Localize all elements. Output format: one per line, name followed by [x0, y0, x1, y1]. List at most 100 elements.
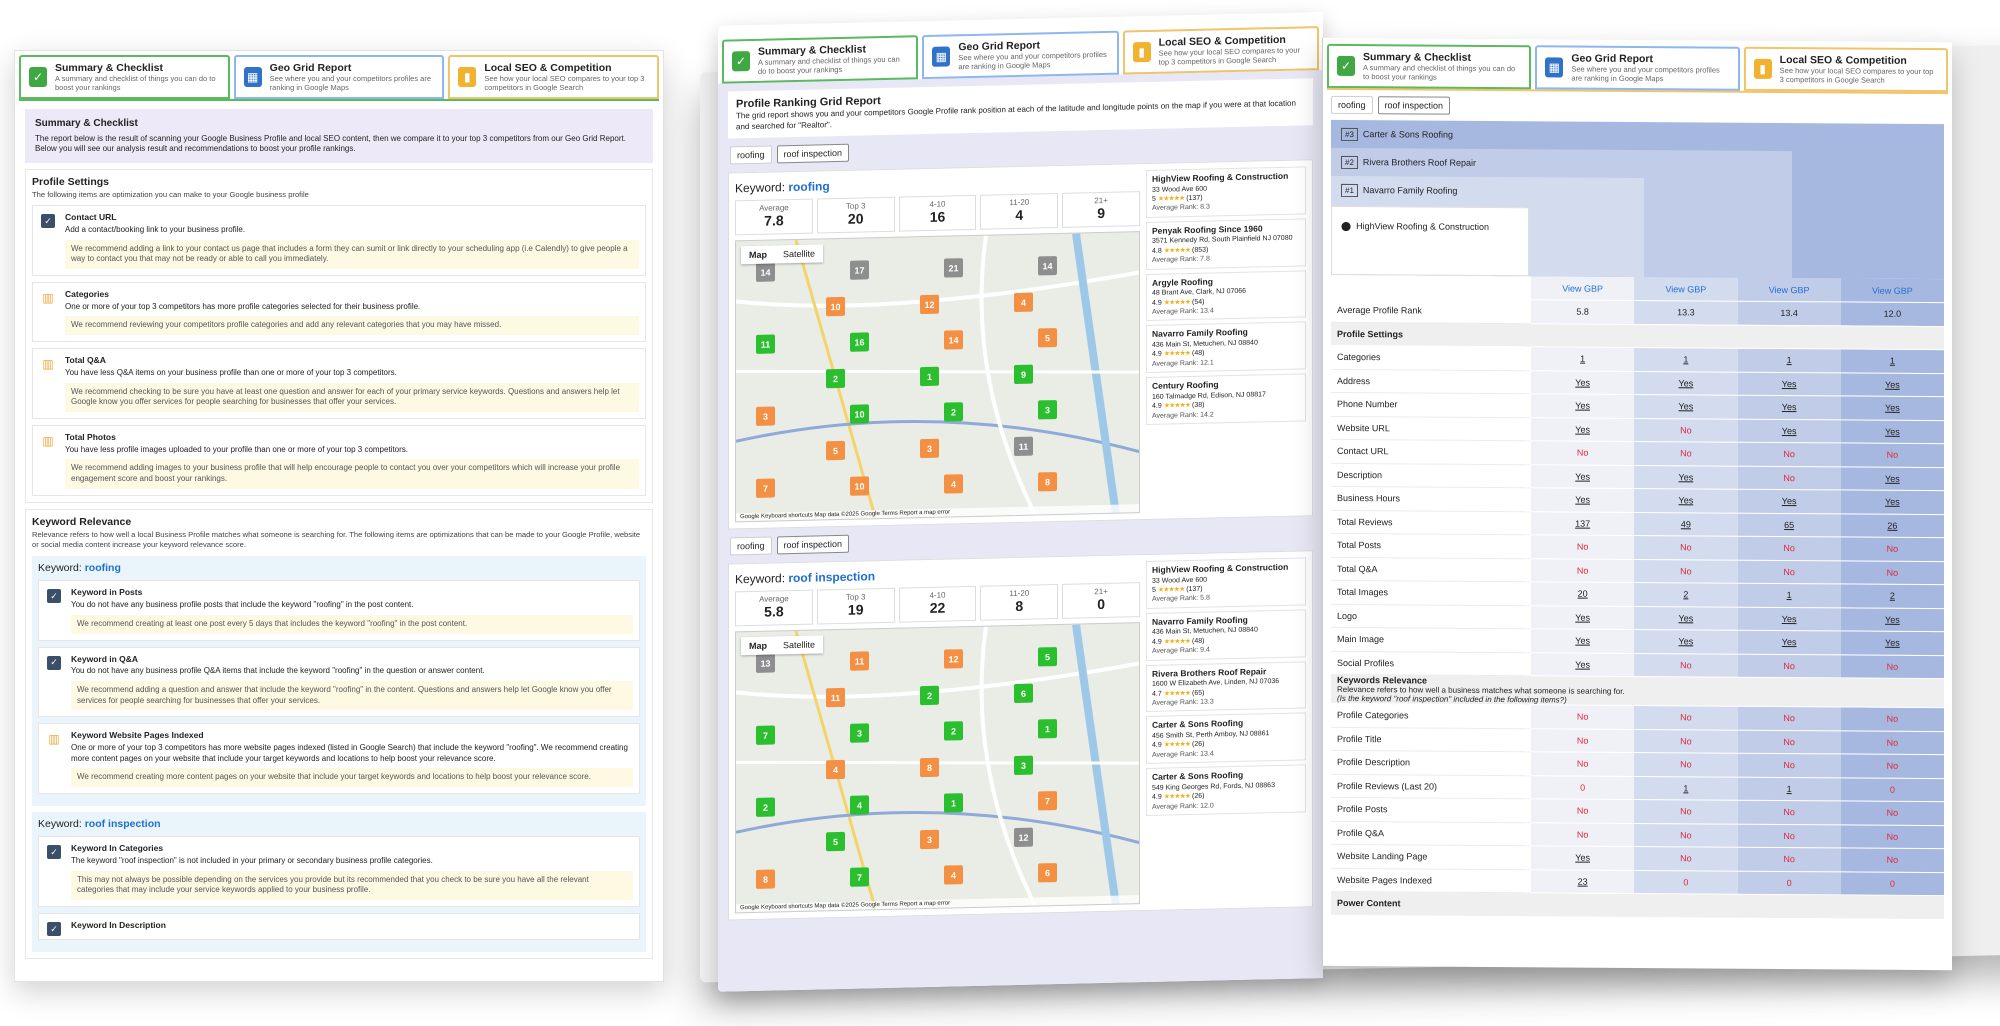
value-cell[interactable]: 0: [1634, 869, 1738, 895]
chip-roofing[interactable]: roofing: [1331, 95, 1373, 115]
rank-marker[interactable]: 2: [756, 797, 775, 817]
value-cell[interactable]: Yes: [1840, 630, 1944, 656]
value-cell[interactable]: Yes: [1737, 371, 1841, 396]
view-gbp-link[interactable]: View GBP: [1737, 277, 1841, 302]
value-cell[interactable]: Yes: [1840, 607, 1944, 632]
value-cell[interactable]: Yes: [1531, 628, 1635, 653]
rank-marker[interactable]: 1: [944, 793, 963, 813]
rank-marker[interactable]: 5: [826, 440, 845, 461]
rank-marker[interactable]: 12: [1014, 827, 1033, 848]
tab-local-seo[interactable]: ▮ Local SEO & Competition See how your loc…: [448, 55, 660, 99]
satellite-button[interactable]: Satellite: [775, 244, 823, 263]
geo-grid-map[interactable]: Map Satellite Google Keyboard shortcuts M…: [735, 231, 1140, 523]
tab-geo-grid[interactable]: ▦ Geo Grid Report See where you and your c…: [233, 55, 445, 99]
rank-marker[interactable]: 14: [944, 330, 963, 350]
competitor-card[interactable]: Navarro Family Roofing 436 Main St, Metuc…: [1146, 609, 1306, 661]
checkbox-icon[interactable]: ✓: [47, 655, 61, 670]
competitor-card[interactable]: HighView Roofing & Construction 33 Wood A…: [1146, 166, 1306, 218]
value-cell[interactable]: Yes: [1840, 419, 1944, 444]
tab-geo-grid[interactable]: ▦ Geo Grid Report See where you and your c…: [922, 30, 1119, 80]
value-cell[interactable]: 1: [1737, 776, 1841, 801]
value-cell[interactable]: Yes: [1531, 605, 1635, 630]
value-cell[interactable]: Yes: [1531, 417, 1635, 442]
value-cell[interactable]: 2: [1634, 582, 1738, 607]
value-cell[interactable]: Yes: [1737, 395, 1841, 420]
rank-marker[interactable]: 8: [756, 869, 775, 889]
rank-marker[interactable]: 3: [1014, 755, 1033, 776]
rank-marker[interactable]: 2: [826, 368, 845, 389]
value-cell[interactable]: 0: [1840, 871, 1944, 896]
value-cell[interactable]: 23: [1531, 869, 1635, 894]
satellite-button[interactable]: Satellite: [775, 635, 823, 654]
chip-roofing[interactable]: roofing: [730, 536, 772, 556]
rank-marker[interactable]: 4: [944, 865, 963, 885]
value-cell[interactable]: Yes: [1531, 487, 1635, 512]
rank-marker[interactable]: 3: [756, 406, 775, 426]
value-cell[interactable]: 20: [1531, 581, 1635, 606]
value-cell[interactable]: Yes: [1840, 466, 1944, 491]
value-cell[interactable]: 26: [1840, 513, 1944, 538]
rank-marker[interactable]: 5: [1038, 647, 1057, 667]
value-cell[interactable]: Yes: [1634, 488, 1738, 513]
rank-marker[interactable]: 3: [920, 829, 939, 850]
tab-local-seo[interactable]: ▮ Local SEO & Competition See how your loc…: [1122, 26, 1319, 75]
geo-grid-map[interactable]: Map Satellite Google Keyboard shortcuts M…: [735, 622, 1140, 914]
checkbox-icon[interactable]: ✓: [47, 845, 61, 860]
value-cell[interactable]: 137: [1531, 511, 1635, 536]
value-cell[interactable]: Yes: [1737, 489, 1841, 514]
value-cell[interactable]: 49: [1634, 511, 1738, 537]
rank-marker[interactable]: 4: [1014, 292, 1033, 313]
value-cell[interactable]: Yes: [1531, 393, 1635, 418]
view-gbp-link[interactable]: View GBP: [1840, 278, 1944, 303]
rank-marker[interactable]: 5: [1038, 328, 1057, 348]
value-cell[interactable]: 0: [1840, 777, 1944, 802]
rank-marker[interactable]: 5: [826, 831, 845, 852]
competitor-card[interactable]: Penyak Roofing Since 1960 3571 Kennedy Rd…: [1146, 218, 1306, 270]
rank-marker[interactable]: 4: [850, 795, 869, 815]
competitor-card[interactable]: Argyle Roofing 48 Brant Ave, Clark, NJ 07…: [1146, 270, 1306, 322]
value-cell[interactable]: Yes: [1531, 845, 1635, 870]
value-cell[interactable]: Yes: [1531, 464, 1635, 489]
competitor-card[interactable]: Century Roofing 160 Talmadge Rd, Edison, …: [1146, 373, 1306, 426]
chip-roof-inspection[interactable]: roof inspection: [776, 534, 850, 555]
competitor-card[interactable]: HighView Roofing & Construction 33 Wood A…: [1146, 557, 1306, 609]
tab-summary[interactable]: ✓ Summary & Checklist A summary and checkl…: [1327, 43, 1532, 90]
value-cell[interactable]: 2: [1840, 583, 1944, 609]
rank-marker[interactable]: 1: [920, 366, 939, 387]
rank-marker[interactable]: 2: [944, 402, 963, 422]
rank-marker[interactable]: 14: [756, 262, 775, 282]
value-cell[interactable]: Yes: [1737, 630, 1841, 655]
value-cell[interactable]: 0: [1737, 870, 1841, 895]
rank-marker[interactable]: 16: [850, 332, 869, 352]
rank-marker[interactable]: 3: [920, 438, 939, 459]
checkbox-icon[interactable]: ✓: [47, 589, 61, 604]
rank-marker[interactable]: 1: [1038, 719, 1057, 739]
value-cell[interactable]: Yes: [1840, 395, 1944, 421]
chip-roof-inspection[interactable]: roof inspection: [776, 143, 850, 164]
value-cell[interactable]: 1: [1634, 347, 1738, 372]
map-button[interactable]: Map: [741, 637, 775, 656]
value-cell[interactable]: Yes: [1531, 370, 1635, 395]
tab-summary[interactable]: ✓ Summary & Checklist A summary and checkl…: [722, 35, 919, 84]
rank-marker[interactable]: 21: [944, 258, 963, 278]
view-gbp-link[interactable]: View GBP: [1531, 276, 1635, 301]
value-cell[interactable]: Yes: [1634, 394, 1738, 419]
rank-marker[interactable]: 7: [1038, 791, 1057, 811]
competitor-card[interactable]: Carter & Sons Roofing 549 King Georges Rd…: [1146, 764, 1306, 817]
rank-marker[interactable]: 11: [826, 687, 845, 708]
value-cell[interactable]: Yes: [1840, 372, 1944, 397]
rank-marker[interactable]: 6: [1014, 683, 1033, 704]
chip-roofing[interactable]: roofing: [730, 145, 772, 165]
value-cell[interactable]: 1: [1531, 346, 1635, 371]
value-cell[interactable]: Yes: [1737, 418, 1841, 443]
rank-marker[interactable]: 13: [756, 653, 775, 673]
rank-marker[interactable]: 11: [756, 334, 775, 354]
checkbox-icon[interactable]: ✓: [41, 214, 55, 229]
rank-marker[interactable]: 4: [826, 759, 845, 780]
competitor-card[interactable]: Navarro Family Roofing 436 Main St, Metuc…: [1146, 321, 1306, 374]
tab-summary[interactable]: ✓ Summary & Checklist A summary and checkl…: [19, 55, 230, 99]
rank-marker[interactable]: 17: [850, 260, 869, 280]
value-cell[interactable]: Yes: [1634, 605, 1738, 631]
rank-marker[interactable]: 14: [1038, 256, 1057, 276]
value-cell[interactable]: 65: [1737, 512, 1841, 537]
